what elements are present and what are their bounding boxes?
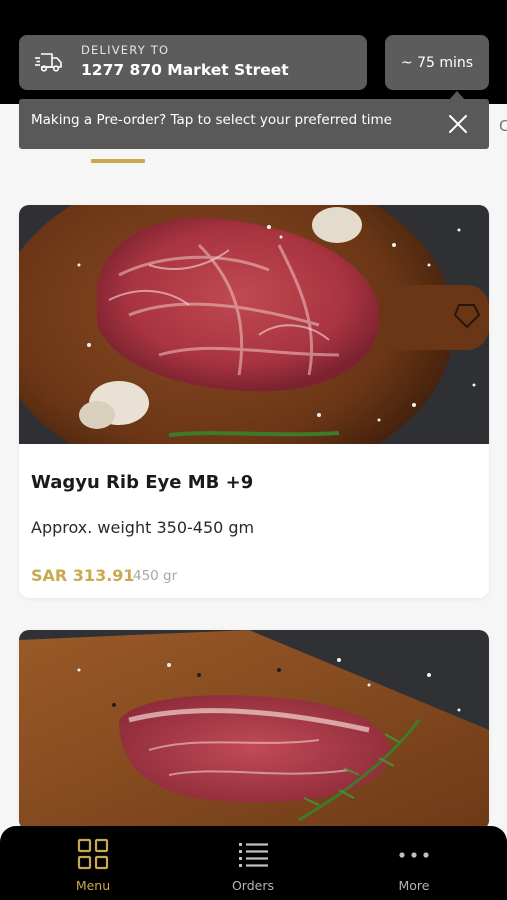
product-image-ribeye [19, 205, 489, 444]
nav-label-more: More [398, 878, 430, 893]
delivery-address: 1277 870 Market Street [81, 61, 289, 79]
product-card[interactable] [19, 630, 489, 830]
nav-label-orders: Orders [231, 878, 275, 893]
nav-item-orders[interactable]: Orders [193, 826, 313, 900]
product-card[interactable]: Wagyu Rib Eye MB +9 Approx. weight 350-4… [19, 205, 489, 598]
delivery-address-selector[interactable]: DELIVERY TO 1277 870 Market Street [19, 35, 367, 90]
product-price: SAR 313.91 [31, 566, 135, 585]
delivery-truck-icon [35, 53, 62, 72]
category-tab-partial[interactable]: C [499, 117, 507, 137]
bottom-navigation: Menu Orders More [0, 826, 507, 900]
nav-item-menu[interactable]: Menu [33, 826, 153, 900]
close-icon[interactable] [447, 113, 469, 135]
product-name: Wagyu Rib Eye MB +9 [31, 472, 254, 493]
product-weight: 450 gr [133, 568, 178, 584]
nav-label-menu: Menu [75, 878, 111, 893]
grid-icon [77, 838, 109, 870]
preorder-tooltip[interactable]: Making a Pre-order? Tap to select your p… [19, 99, 489, 149]
top-header: DELIVERY TO 1277 870 Market Street ~ 75 … [0, 0, 507, 104]
active-tab-indicator [91, 159, 145, 163]
more-dots-icon [399, 852, 429, 858]
tooltip-text: Making a Pre-order? Tap to select your p… [31, 112, 392, 128]
delivery-label: DELIVERY TO [81, 43, 170, 57]
nav-item-more[interactable]: More [354, 826, 474, 900]
product-image-striploin [19, 630, 489, 830]
list-icon [239, 843, 268, 867]
delivery-time-button[interactable]: ~ 75 mins [385, 35, 489, 90]
product-description: Approx. weight 350-450 gm [31, 518, 255, 537]
